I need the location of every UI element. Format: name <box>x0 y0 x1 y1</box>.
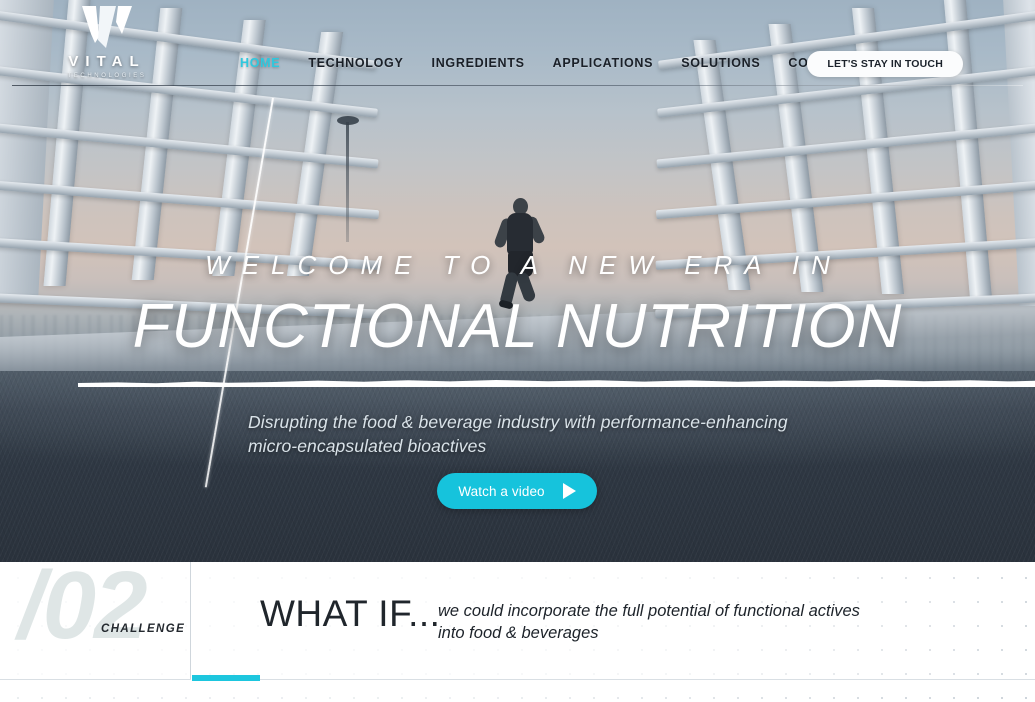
nav-item-ingredients[interactable]: INGREDIENTS <box>432 56 525 70</box>
brand-tagline: TECHNOLOGIES <box>67 73 147 79</box>
rule-right <box>260 679 1035 680</box>
hero-subcopy: Disrupting the food & beverage industry … <box>248 412 788 457</box>
challenge-index-panel: /02 CHALLENGE <box>0 562 191 680</box>
challenge-heading: WHAT IF... <box>260 593 441 634</box>
stay-in-touch-label: LET'S STAY IN TOUCH <box>827 58 943 70</box>
nav-item-home[interactable]: HOME <box>240 56 280 70</box>
nav-item-applications[interactable]: APPLICATIONS <box>553 56 654 70</box>
stay-in-touch-button[interactable]: LET'S STAY IN TOUCH <box>807 51 963 77</box>
play-triangle-icon <box>562 483 576 499</box>
vital-v-logo-icon <box>82 6 132 48</box>
brand-logo[interactable]: VITAL TECHNOLOGIES <box>62 4 152 79</box>
brush-stroke-divider <box>78 379 1035 387</box>
brand-name: VITAL <box>68 53 146 70</box>
hero-eyebrow: WELCOME TO A NEW ERA IN <box>205 250 842 280</box>
site-header: VITAL TECHNOLOGIES HOME TECHNOLOGY INGRE… <box>0 0 1035 86</box>
page-root: VITAL TECHNOLOGIES HOME TECHNOLOGY INGRE… <box>0 0 1035 702</box>
hero-section: VITAL TECHNOLOGIES HOME TECHNOLOGY INGRE… <box>0 0 1035 562</box>
rule-left <box>0 679 191 680</box>
hero-headline: FUNCTIONAL NUTRITION <box>132 292 903 361</box>
accent-underline-bar <box>192 675 260 681</box>
header-underline <box>12 85 1023 86</box>
vertical-divider <box>190 562 191 680</box>
section-number: /02 <box>18 562 147 659</box>
watch-video-label: Watch a video <box>458 483 545 499</box>
nav-item-technology[interactable]: TECHNOLOGY <box>308 56 403 70</box>
nav-item-solutions[interactable]: SOLUTIONS <box>681 56 760 70</box>
challenge-body: we could incorporate the full potential … <box>438 602 860 643</box>
watch-video-button[interactable]: Watch a video <box>437 473 597 509</box>
main-navigation: HOME TECHNOLOGY INGREDIENTS APPLICATIONS… <box>240 56 856 70</box>
section-label: CHALLENGE <box>101 623 186 635</box>
